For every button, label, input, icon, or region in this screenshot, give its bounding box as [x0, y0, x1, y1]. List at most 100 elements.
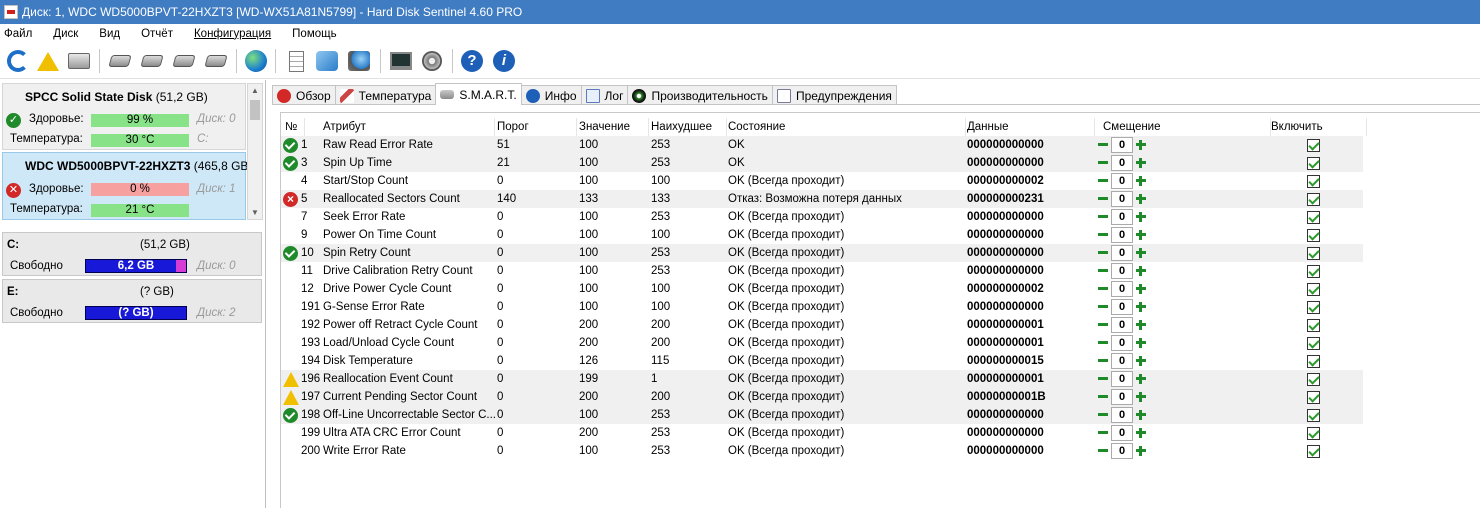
menu-report[interactable]: Отчёт: [141, 28, 173, 40]
offset-stepper[interactable]: 0: [1096, 299, 1151, 315]
plus-icon[interactable]: [1135, 175, 1147, 187]
minus-icon[interactable]: [1097, 391, 1109, 403]
help-icon[interactable]: ?: [459, 48, 485, 74]
disk-card-0[interactable]: SPCC Solid State Disk (51,2 GB) ✓ Здоров…: [2, 83, 246, 150]
offset-stepper[interactable]: 0: [1096, 443, 1151, 459]
plus-icon[interactable]: [1135, 391, 1147, 403]
hdd-icon[interactable]: [107, 48, 133, 74]
offset-value[interactable]: 0: [1111, 227, 1133, 243]
table-row[interactable]: 10 Spin Retry Count 0 100 253 OK (Всегда прох…: [281, 244, 1363, 262]
minus-icon[interactable]: [1097, 355, 1109, 367]
enable-checkbox[interactable]: [1307, 193, 1320, 206]
offset-value[interactable]: 0: [1111, 191, 1133, 207]
table-row[interactable]: 200 Write Error Rate 0 100 253 OK (Всегда про…: [281, 442, 1363, 460]
menu-file[interactable]: Файл: [4, 28, 32, 40]
offset-stepper[interactable]: 0: [1096, 173, 1151, 189]
enable-checkbox[interactable]: [1307, 445, 1320, 458]
enable-checkbox[interactable]: [1307, 265, 1320, 278]
plus-icon[interactable]: [1135, 427, 1147, 439]
offset-value[interactable]: 0: [1111, 425, 1133, 441]
table-row[interactable]: 9 Power On Time Count 0 100 100 OK (Всегда пр…: [281, 226, 1363, 244]
offset-value[interactable]: 0: [1111, 335, 1133, 351]
offset-stepper[interactable]: 0: [1096, 317, 1151, 333]
offset-stepper[interactable]: 0: [1096, 281, 1151, 297]
tab-warnings[interactable]: Предупреждения: [771, 85, 897, 105]
menu-view[interactable]: Вид: [99, 28, 120, 40]
enable-checkbox[interactable]: [1307, 319, 1320, 332]
speaker-icon[interactable]: [419, 48, 445, 74]
disk-icon[interactable]: [66, 48, 92, 74]
offset-stepper[interactable]: 0: [1096, 263, 1151, 279]
offset-value[interactable]: 0: [1111, 443, 1133, 459]
table-row[interactable]: × 5 Reallocated Sectors Count 140 133 133 Отка…: [281, 190, 1363, 208]
col-num[interactable]: №: [285, 118, 305, 136]
plus-icon[interactable]: [1135, 193, 1147, 205]
minus-icon[interactable]: [1097, 175, 1109, 187]
table-row[interactable]: 3 Spin Up Time 21 100 253 OK 000000000000 0: [281, 154, 1363, 172]
plus-icon[interactable]: [1135, 445, 1147, 457]
minus-icon[interactable]: [1097, 427, 1109, 439]
plus-icon[interactable]: [1135, 319, 1147, 331]
offset-stepper[interactable]: 0: [1096, 191, 1151, 207]
offset-stepper[interactable]: 0: [1096, 335, 1151, 351]
enable-checkbox[interactable]: [1307, 175, 1320, 188]
plus-icon[interactable]: [1135, 337, 1147, 349]
tab-performance[interactable]: Производительность: [627, 85, 773, 105]
offset-value[interactable]: 0: [1111, 245, 1133, 261]
offset-value[interactable]: 0: [1111, 137, 1133, 153]
minus-icon[interactable]: [1097, 319, 1109, 331]
plus-icon[interactable]: [1135, 301, 1147, 313]
network-icon[interactable]: [346, 48, 372, 74]
minus-icon[interactable]: [1097, 283, 1109, 295]
table-row[interactable]: 198 Off-Line Uncorrectable Sector C... 0 10…: [281, 406, 1363, 424]
offset-value[interactable]: 0: [1111, 209, 1133, 225]
scroll-thumb[interactable]: [250, 100, 260, 120]
tab-log[interactable]: Лог: [580, 85, 629, 105]
monitor-icon[interactable]: [388, 48, 414, 74]
plus-icon[interactable]: [1135, 409, 1147, 421]
offset-value[interactable]: 0: [1111, 407, 1133, 423]
minus-icon[interactable]: [1097, 301, 1109, 313]
minus-icon[interactable]: [1097, 337, 1109, 349]
col-offset[interactable]: Смещение: [1103, 118, 1271, 136]
enable-checkbox[interactable]: [1307, 247, 1320, 260]
enable-checkbox[interactable]: [1307, 355, 1320, 368]
minus-icon[interactable]: [1097, 139, 1109, 151]
offset-stepper[interactable]: 0: [1096, 371, 1151, 387]
offset-value[interactable]: 0: [1111, 317, 1133, 333]
minus-icon[interactable]: [1097, 193, 1109, 205]
minus-icon[interactable]: [1097, 157, 1109, 169]
col-worst[interactable]: Наихудшее: [651, 118, 727, 136]
offset-value[interactable]: 0: [1111, 353, 1133, 369]
col-enable[interactable]: Включить: [1271, 118, 1367, 136]
table-row[interactable]: 191 G-Sense Error Rate 0 100 100 OK (Всегда п…: [281, 298, 1363, 316]
volume-card-e[interactable]: E: (? GB) Свободно (? GB) Диск: 2: [2, 279, 262, 323]
table-row[interactable]: 199 Ultra ATA CRC Error Count 0 200 253 OK (В…: [281, 424, 1363, 442]
plus-icon[interactable]: [1135, 139, 1147, 151]
table-row[interactable]: 197 Current Pending Sector Count 0 200 200 OK…: [281, 388, 1363, 406]
offset-stepper[interactable]: 0: [1096, 425, 1151, 441]
minus-icon[interactable]: [1097, 211, 1109, 223]
offset-stepper[interactable]: 0: [1096, 155, 1151, 171]
enable-checkbox[interactable]: [1307, 211, 1320, 224]
disk-card-1[interactable]: WDC WD5000BPVT-22HXZT3 (465,8 GB) ✕ Здор…: [2, 152, 252, 220]
plus-icon[interactable]: [1135, 229, 1147, 241]
table-row[interactable]: 4 Start/Stop Count 0 100 100 OK (Всегда прохо…: [281, 172, 1363, 190]
enable-checkbox[interactable]: [1307, 373, 1320, 386]
enable-checkbox[interactable]: [1307, 337, 1320, 350]
sync-icon[interactable]: [314, 48, 340, 74]
plus-icon[interactable]: [1135, 265, 1147, 277]
plus-icon[interactable]: [1135, 157, 1147, 169]
disk-list-scrollbar[interactable]: ▲ ▼: [247, 83, 263, 220]
menu-help[interactable]: Помощь: [292, 28, 336, 40]
offset-value[interactable]: 0: [1111, 299, 1133, 315]
minus-icon[interactable]: [1097, 409, 1109, 421]
hdd-search-icon[interactable]: [139, 48, 165, 74]
table-row[interactable]: 192 Power off Retract Cycle Count 0 200 200 O…: [281, 316, 1363, 334]
menu-configuration[interactable]: Конфигурация: [194, 28, 271, 40]
minus-icon[interactable]: [1097, 229, 1109, 241]
minus-icon[interactable]: [1097, 247, 1109, 259]
enable-checkbox[interactable]: [1307, 157, 1320, 170]
enable-checkbox[interactable]: [1307, 427, 1320, 440]
offset-stepper[interactable]: 0: [1096, 389, 1151, 405]
